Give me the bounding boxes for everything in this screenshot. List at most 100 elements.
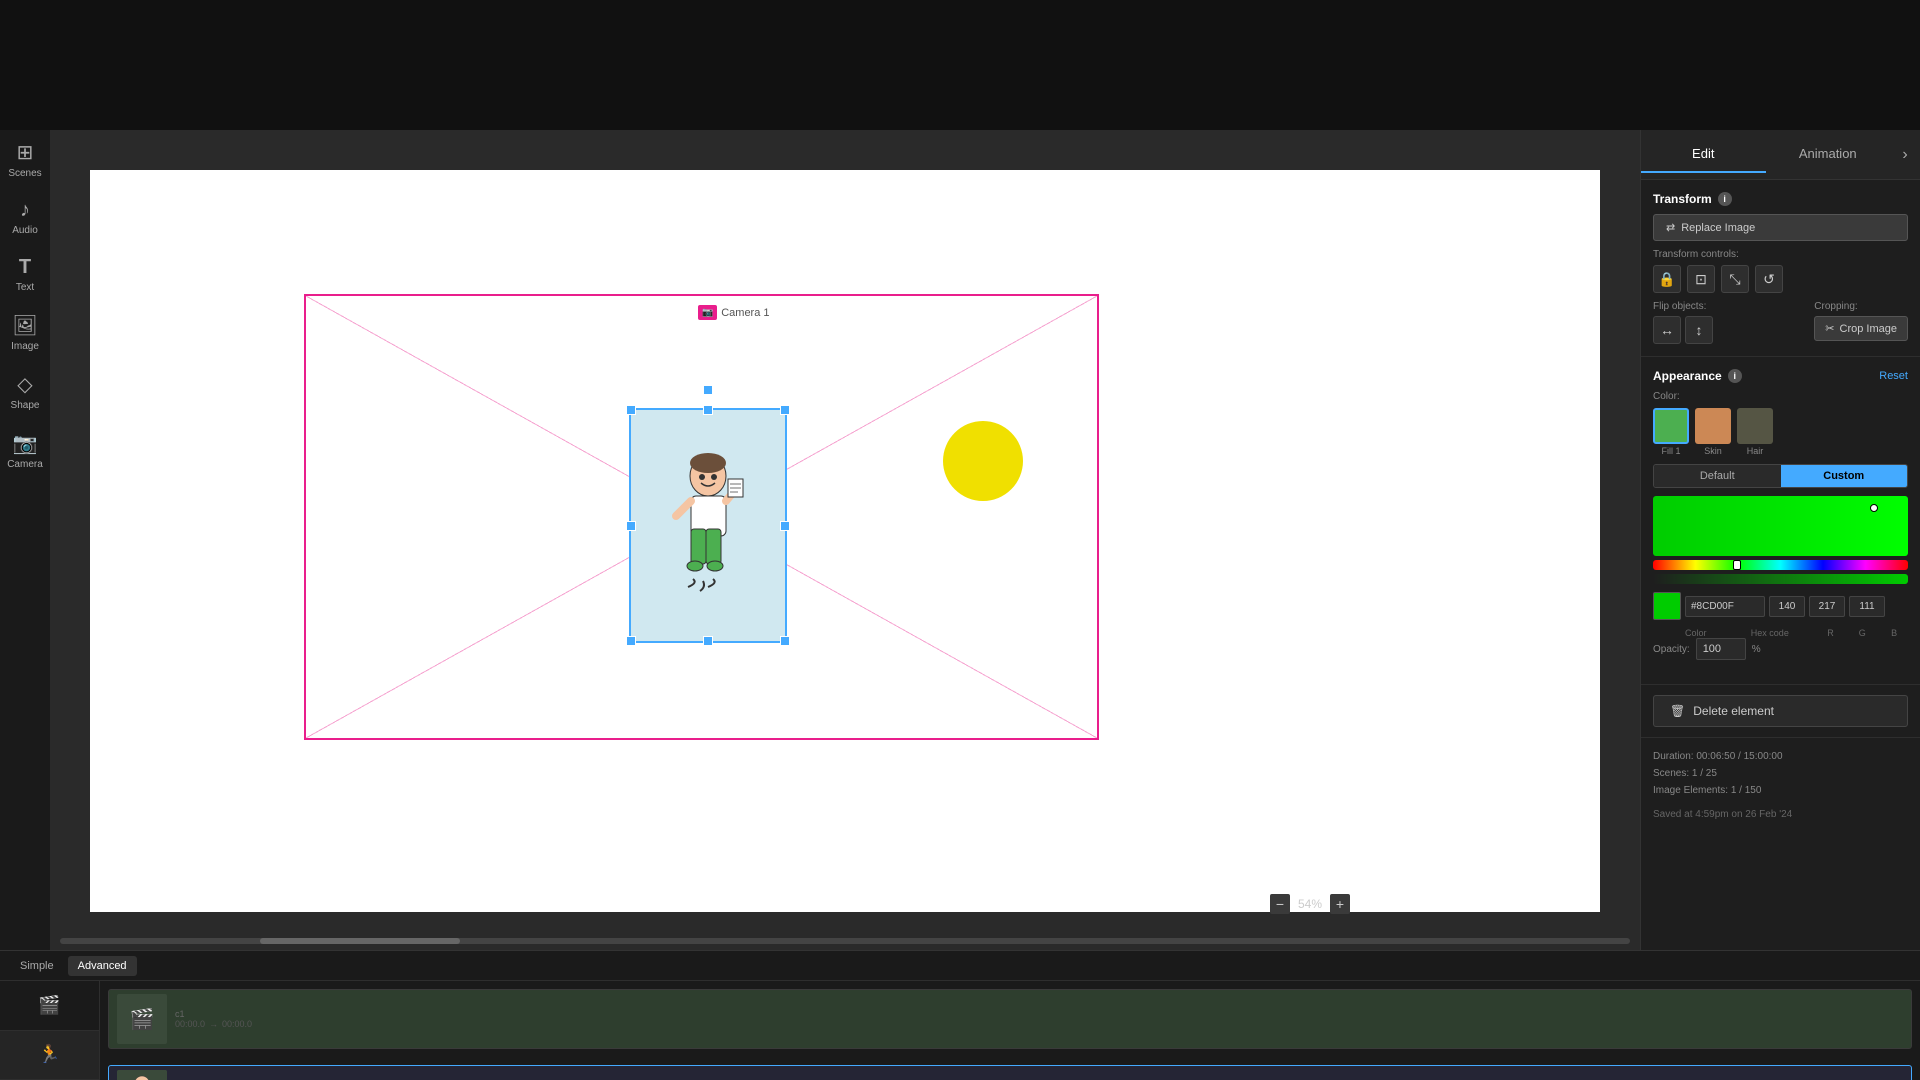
opacity-input[interactable] [1696, 638, 1746, 660]
reset-transform-icon[interactable]: ↺ [1755, 265, 1783, 293]
audio-icon: ♪ [20, 199, 30, 222]
image-elements-text: Image Elements: 1 / 150 [1653, 782, 1908, 799]
scenes-text: Scenes: 1 / 25 [1653, 765, 1908, 782]
hex-input[interactable] [1685, 596, 1765, 617]
tab-edit[interactable]: Edit [1641, 136, 1766, 173]
right-panel-header: Edit Animation › [1641, 130, 1920, 180]
transform-info-icon[interactable]: i [1718, 192, 1732, 206]
timeline-tabs: Simple Advanced [0, 951, 1920, 981]
timeline-item-scene[interactable]: 🎬 [0, 981, 99, 1031]
tab-advanced[interactable]: Advanced [68, 956, 137, 976]
canvas-viewport[interactable]: 📷 Camera 1 [50, 130, 1640, 932]
handle-mid-left[interactable] [626, 521, 636, 531]
timeline-clip-2[interactable]: c1b 00:00.0 → 00:06.5 00:06.5 [108, 1065, 1912, 1080]
tab-animation[interactable]: Animation [1766, 136, 1891, 173]
bottom-area: Simple Advanced 🎬 🏃 🎬 c1 00:00.0 → 00:00… [0, 950, 1920, 1080]
swatch-fill1-color [1653, 408, 1689, 444]
handle-mid-right[interactable] [780, 521, 790, 531]
reset-button[interactable]: Reset [1879, 370, 1908, 382]
scroll-track[interactable] [60, 938, 1630, 944]
sidebar-item-text[interactable]: T Text [16, 256, 34, 293]
r-input[interactable] [1769, 596, 1805, 617]
opacity-row: Opacity: % [1653, 638, 1908, 660]
camera-label-text: Camera 1 [721, 307, 769, 319]
appearance-info-icon[interactable]: i [1728, 369, 1742, 383]
handle-top-right[interactable] [780, 405, 790, 415]
zoom-out-button[interactable]: − [1270, 894, 1290, 914]
clip-arrow-1: → [209, 1019, 218, 1029]
transform-controls-label: Transform controls: [1653, 249, 1908, 260]
delete-element-button[interactable]: 🗑 Delete element [1653, 695, 1908, 727]
duration-info: Duration: 00:06:50 / 15:00:00 Scenes: 1 … [1641, 737, 1920, 809]
handle-top-center[interactable] [703, 405, 713, 415]
handle-bottom-center[interactable] [703, 636, 713, 646]
handle-bottom-left[interactable] [626, 636, 636, 646]
opacity-label: Opacity: [1653, 644, 1690, 655]
clip-thumbnail-1: 🎬 [117, 994, 167, 1044]
camera-icon: 📷 [13, 431, 38, 456]
swatch-fill1[interactable]: Fill 1 [1653, 408, 1689, 456]
transform-control-icons: 🔒 ⊡ ⤡ ↺ [1653, 265, 1908, 293]
handle-top-left[interactable] [626, 405, 636, 415]
shape-icon: ◇ [17, 372, 32, 397]
sidebar-label-audio: Audio [12, 225, 38, 236]
swatch-hair[interactable]: Hair [1737, 408, 1773, 456]
sidebar-label-camera: Camera [7, 459, 43, 470]
swatch-skin-color [1695, 408, 1731, 444]
sidebar-item-audio[interactable]: ♪ Audio [12, 199, 38, 236]
sidebar-item-scenes[interactable]: ⊞ Scenes [8, 140, 41, 179]
panel-expand-arrow[interactable]: › [1890, 130, 1920, 180]
transform-title: Transform [1653, 192, 1712, 206]
yellow-circle[interactable] [943, 421, 1023, 501]
scale-icon[interactable]: ⤡ [1721, 265, 1749, 293]
sidebar-item-image[interactable]: 🖼 Image [11, 313, 39, 352]
scrollbar-area [50, 932, 1640, 950]
flip-vertical-icon[interactable]: ↕ [1685, 316, 1713, 344]
scenes-icon: ⊞ [17, 140, 34, 165]
camera-label-container: 📷 Camera 1 [698, 305, 770, 320]
timeline-clip-1[interactable]: 🎬 c1 00:00.0 → 00:00.0 [108, 989, 1912, 1049]
zoom-in-button[interactable]: + [1330, 894, 1350, 914]
default-custom-buttons: Default Custom [1653, 464, 1908, 488]
swatch-skin[interactable]: Skin [1695, 408, 1731, 456]
alpha-bar[interactable] [1653, 574, 1908, 584]
tab-simple[interactable]: Simple [10, 956, 64, 976]
appearance-section: Appearance i Reset Color: Fill 1 Skin Ha… [1641, 357, 1920, 685]
rotate-handle[interactable] [703, 385, 713, 395]
sidebar-label-image: Image [11, 341, 39, 352]
b-input[interactable] [1849, 596, 1885, 617]
crop-image-button[interactable]: ✂ Crop Image [1814, 316, 1908, 341]
g-input[interactable] [1809, 596, 1845, 617]
replace-image-button[interactable]: ⇄ Replace Image [1653, 214, 1908, 241]
handle-bottom-right[interactable] [780, 636, 790, 646]
lock-icon[interactable]: 🔒 [1653, 265, 1681, 293]
crop-icon: ✂ [1825, 322, 1834, 335]
hue-handle[interactable] [1733, 560, 1741, 570]
sidebar-item-shape[interactable]: ◇ Shape [11, 372, 40, 411]
flip-crop-row: Flip objects: ↔ ↕ Cropping: ✂ Crop Image [1653, 301, 1908, 344]
clip-end-1: 00:00.0 [222, 1019, 252, 1029]
hue-bar[interactable] [1653, 560, 1908, 570]
appearance-title: Appearance [1653, 369, 1722, 383]
scroll-thumb[interactable] [260, 938, 460, 944]
right-panel: Edit Animation › Transform i ⇄ Replace I… [1640, 130, 1920, 950]
replace-image-label: Replace Image [1681, 222, 1755, 234]
flip-horizontal-icon[interactable]: ↔ [1653, 316, 1681, 344]
timeline-sidebar: 🎬 🏃 [0, 981, 100, 1080]
sidebar-item-camera[interactable]: 📷 Camera [7, 431, 43, 470]
delete-element-label: Delete element [1693, 704, 1774, 718]
duration-text: Duration: 00:06:50 / 15:00:00 [1653, 748, 1908, 765]
custom-button[interactable]: Custom [1781, 465, 1908, 487]
top-bar [0, 0, 1920, 130]
clip-id-1: c1 [175, 1009, 252, 1019]
b-label: B [1880, 628, 1908, 638]
zoom-level: 54% [1298, 897, 1322, 911]
saved-label: Saved at 4:59pm on 26 Feb '24 [1641, 809, 1920, 830]
sidebar-label-text: Text [16, 282, 34, 293]
timeline-item-clip[interactable]: 🏃 [0, 1031, 99, 1080]
default-button[interactable]: Default [1654, 465, 1781, 487]
flip-h-icon[interactable]: ⊡ [1687, 265, 1715, 293]
sidebar-label-shape: Shape [11, 400, 40, 411]
gradient-handle[interactable] [1870, 504, 1878, 512]
color-gradient-box[interactable] [1653, 496, 1908, 556]
